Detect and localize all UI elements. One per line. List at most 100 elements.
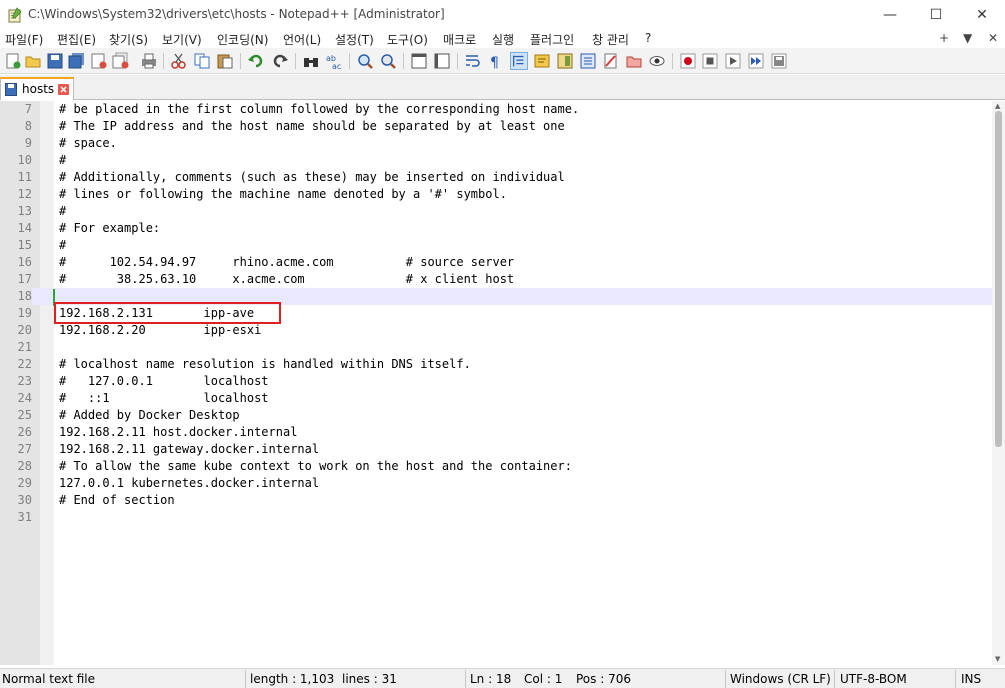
word-wrap-icon[interactable] (464, 52, 482, 70)
save-icon[interactable] (46, 52, 64, 70)
line-text[interactable]: # space. (59, 135, 117, 152)
line-text[interactable]: # Added by Docker Desktop (59, 407, 240, 424)
editor-line[interactable]: 13 # (0, 203, 992, 220)
folder-workspace-icon[interactable] (602, 52, 620, 70)
line-text[interactable]: # be placed in the first column followed… (59, 101, 579, 118)
editor-line[interactable]: 24 # ::1 localhost (0, 390, 992, 407)
line-text[interactable]: # 38.25.63.10 x.acme.com # x client host (59, 271, 514, 288)
menu-edit[interactable]: 편집(E) (57, 31, 96, 48)
close-doc-icon[interactable]: ✕ (988, 31, 998, 45)
editor-line[interactable]: 15 # (0, 237, 992, 254)
line-text[interactable]: 192.168.2.11 gateway.docker.internal (59, 441, 319, 458)
save-all-icon[interactable] (68, 52, 86, 70)
zoom-in-icon[interactable] (356, 52, 374, 70)
status-encoding[interactable]: UTF-8-BOM (840, 672, 907, 686)
menu-window[interactable]: 창 관리 (592, 31, 629, 48)
editor-line[interactable]: 26 192.168.2.11 host.docker.internal (0, 424, 992, 441)
print-icon[interactable] (140, 52, 158, 70)
sync-vertical-icon[interactable] (410, 52, 428, 70)
editor-line[interactable]: 25 # Added by Docker Desktop (0, 407, 992, 424)
redo-icon[interactable] (271, 52, 289, 70)
tab-list-dropdown-icon[interactable]: ▼ (963, 31, 972, 45)
scrollbar-thumb[interactable] (995, 111, 1002, 447)
new-tab-plus-icon[interactable]: + (939, 31, 949, 45)
line-text[interactable]: 192.168.2.11 host.docker.internal (59, 424, 297, 441)
zoom-out-icon[interactable] (379, 52, 397, 70)
editor-line[interactable]: 11 # Additionally, comments (such as thes… (0, 169, 992, 186)
show-all-chars-icon[interactable]: ¶ (486, 52, 504, 70)
editor-line[interactable]: 23 # 127.0.0.1 localhost (0, 373, 992, 390)
menu-run[interactable]: 실행 (492, 31, 514, 48)
menu-macro[interactable]: 매크로 (443, 31, 476, 48)
editor-line[interactable]: 20 192.168.2.20 ipp-esxi (0, 322, 992, 339)
record-macro-icon[interactable] (679, 52, 697, 70)
line-text[interactable]: # (59, 152, 66, 169)
close-all-icon[interactable] (112, 52, 130, 70)
line-text[interactable]: 192.168.2.20 ipp-esxi (59, 322, 261, 339)
scroll-down-arrow-icon[interactable]: ▼ (995, 655, 1000, 663)
scroll-up-arrow-icon[interactable]: ▲ (995, 102, 1000, 110)
editor-line[interactable]: 22 # localhost name resolution is handled… (0, 356, 992, 373)
function-list-icon[interactable] (579, 52, 597, 70)
line-text[interactable]: # Additionally, comments (such as these)… (59, 169, 565, 186)
minimize-button[interactable]: — (867, 0, 913, 30)
editor-line[interactable]: 9 # space. (0, 135, 992, 152)
menu-view[interactable]: 보기(V) (162, 31, 202, 48)
monitoring-icon[interactable] (648, 52, 666, 70)
status-eol[interactable]: Windows (CR LF) (730, 672, 831, 686)
editor-line[interactable]: 21 (0, 339, 992, 356)
open-file-icon[interactable] (24, 52, 42, 70)
user-lang-icon[interactable] (533, 52, 551, 70)
undo-icon[interactable] (247, 52, 265, 70)
replace-icon[interactable]: abac (325, 52, 343, 70)
line-text[interactable]: # 127.0.0.1 localhost (59, 373, 269, 390)
save-macro-icon[interactable] (770, 52, 788, 70)
line-text[interactable]: # The IP address and the host name shoul… (59, 118, 565, 135)
editor-line[interactable]: 30 # End of section (0, 492, 992, 509)
line-text[interactable]: # ::1 localhost (59, 390, 269, 407)
line-text[interactable]: # End of section (59, 492, 175, 509)
doc-map-icon[interactable] (556, 52, 574, 70)
paste-icon[interactable] (216, 52, 234, 70)
stop-macro-icon[interactable] (701, 52, 719, 70)
close-file-icon[interactable] (90, 52, 108, 70)
line-text[interactable]: # localhost name resolution is handled w… (59, 356, 471, 373)
menu-settings[interactable]: 설정(T) (335, 31, 374, 48)
menu-help[interactable]: ? (645, 31, 651, 45)
line-text[interactable]: # For example: (59, 220, 160, 237)
menu-file[interactable]: 파일(F) (5, 31, 43, 48)
editor-line[interactable]: 29 127.0.0.1 kubernetes.docker.internal (0, 475, 992, 492)
new-file-icon[interactable] (4, 52, 22, 70)
line-text[interactable]: # (59, 203, 66, 220)
editor-line[interactable]: 17 # 38.25.63.10 x.acme.com # x client ho… (0, 271, 992, 288)
editor-line[interactable]: 27 192.168.2.11 gateway.docker.internal (0, 441, 992, 458)
run-macro-multiple-icon[interactable] (747, 52, 765, 70)
line-text[interactable]: # To allow the same kube context to work… (59, 458, 572, 475)
menu-tools[interactable]: 도구(O) (387, 31, 428, 48)
menu-search[interactable]: 찾기(S) (109, 31, 148, 48)
editor-line[interactable]: 28 # To allow the same kube context to wo… (0, 458, 992, 475)
line-text[interactable]: # 102.54.94.97 rhino.acme.com # source s… (59, 254, 514, 271)
menu-plugins[interactable]: 플러그인 (530, 31, 574, 48)
menu-language[interactable]: 언어(L) (283, 31, 321, 48)
line-text[interactable]: # lines or following the machine name de… (59, 186, 507, 203)
menu-encoding[interactable]: 인코딩(N) (217, 31, 268, 48)
tab-hosts[interactable]: hosts (0, 77, 74, 100)
editor-line[interactable]: 14 # For example: (0, 220, 992, 237)
line-text[interactable]: 127.0.0.1 kubernetes.docker.internal (59, 475, 319, 492)
cut-icon[interactable] (170, 52, 188, 70)
editor-line[interactable]: 16 # 102.54.94.97 rhino.acme.com # source… (0, 254, 992, 271)
find-icon[interactable] (302, 52, 320, 70)
copy-icon[interactable] (193, 52, 211, 70)
tab-close-icon[interactable] (58, 84, 69, 95)
indent-guide-icon[interactable] (510, 52, 528, 70)
editor-line[interactable]: 12 # lines or following the machine name … (0, 186, 992, 203)
editor-line[interactable]: 31 (0, 509, 992, 526)
vertical-scrollbar[interactable]: ▲ ▼ (992, 101, 1005, 665)
editor[interactable]: 7 # be placed in the first column followe… (0, 101, 992, 665)
close-window-button[interactable]: ✕ (959, 0, 1005, 30)
sync-horizontal-icon[interactable] (433, 52, 451, 70)
play-macro-icon[interactable] (724, 52, 742, 70)
line-text[interactable]: # (59, 237, 66, 254)
doc-switcher-icon[interactable] (625, 52, 643, 70)
